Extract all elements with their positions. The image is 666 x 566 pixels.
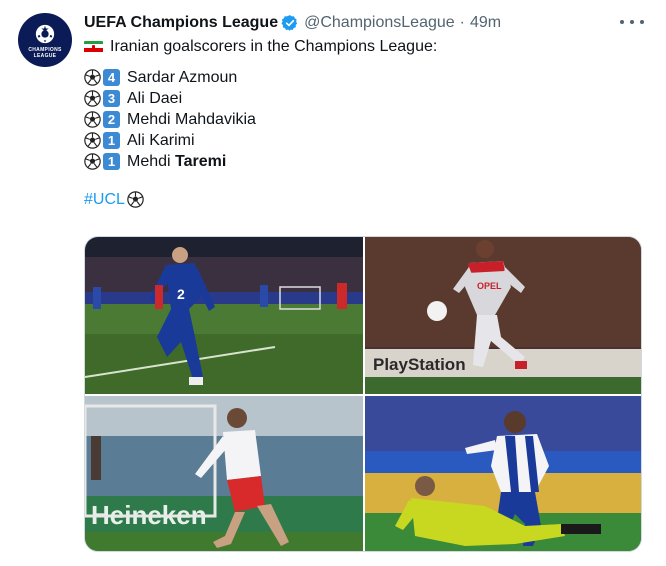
scorer-name: Mehdi	[127, 153, 176, 170]
soccer-ball-icon	[84, 111, 101, 128]
tweet-card[interactable]: CHAMPIONS LEAGUE UEFA Champions League @…	[0, 0, 666, 566]
photo-azmoun-shirt-number: 2	[177, 286, 185, 302]
keycap-number-icon: 1	[103, 132, 120, 149]
verified-badge-icon	[281, 15, 298, 31]
scorer-row: 2 Mehdi Mahdavikia	[84, 109, 437, 130]
account-handle[interactable]: @ChampionsLeague	[304, 14, 455, 32]
scorer-row: 1 Ali Karimi	[84, 130, 437, 151]
photo-daei-ad-board: PlayStation	[373, 355, 466, 374]
tweet-header: UEFA Champions League @ChampionsLeague ·…	[84, 12, 501, 34]
scorer-row: 4 Sardar Azmoun	[84, 67, 437, 88]
scorer-name-bold: Taremi	[175, 153, 227, 170]
scorer-row: 3 Ali Daei	[84, 88, 437, 109]
photo-taremi[interactable]	[365, 396, 641, 551]
photo-mahdavikia[interactable]: Heineken	[85, 396, 363, 551]
photo-taremi-image	[365, 396, 641, 551]
hashtag-line: #UCL	[84, 189, 437, 210]
avatar-label: CHAMPIONS LEAGUE	[28, 47, 61, 59]
tweet-intro: Iranian goalscorers in the Champions Lea…	[110, 38, 438, 55]
avatar-label-line-2: LEAGUE	[33, 53, 57, 59]
champions-league-starball-icon	[35, 24, 55, 44]
more-options-icon[interactable]	[620, 12, 644, 32]
photo-azmoun-image: 2	[85, 237, 363, 394]
keycap-number-icon: 1	[103, 153, 120, 170]
soccer-ball-icon	[84, 69, 101, 86]
scorer-name: Mehdi Mahdavikia	[127, 111, 256, 128]
keycap-number-icon: 3	[103, 90, 120, 107]
soccer-ball-icon	[84, 90, 101, 107]
photo-daei-shirt-sponsor: OPEL	[477, 281, 502, 291]
photo-mahdavikia-image: Heineken	[85, 396, 363, 551]
soccer-ball-icon	[84, 153, 101, 170]
soccer-ball-icon	[127, 191, 144, 208]
scorer-name: Sardar Azmoun	[127, 69, 238, 86]
account-name[interactable]: UEFA Champions League	[84, 14, 278, 32]
scorer-name: Ali Daei	[127, 90, 183, 107]
tweet-timestamp[interactable]: 49m	[470, 14, 501, 32]
avatar[interactable]: CHAMPIONS LEAGUE	[18, 13, 72, 67]
hashtag-link[interactable]: #UCL	[84, 189, 125, 210]
scorer-row: 1 Mehdi Taremi	[84, 151, 437, 172]
photo-daei[interactable]: PlayStation OPEL	[365, 237, 641, 394]
iran-flag-icon	[84, 40, 103, 53]
photo-grid: 2 PlayStation OPEL Heineken	[84, 236, 642, 552]
separator-dot: ·	[459, 14, 465, 31]
tweet-text: Iranian goalscorers in the Champions Lea…	[84, 36, 437, 210]
keycap-number-icon: 2	[103, 111, 120, 128]
keycap-number-icon: 4	[103, 69, 120, 86]
scorer-name: Ali Karimi	[127, 132, 195, 149]
photo-azmoun[interactable]: 2	[85, 237, 363, 394]
tweet-intro-line: Iranian goalscorers in the Champions Lea…	[84, 36, 437, 57]
soccer-ball-icon	[84, 132, 101, 149]
photo-daei-image: PlayStation OPEL	[365, 237, 641, 394]
